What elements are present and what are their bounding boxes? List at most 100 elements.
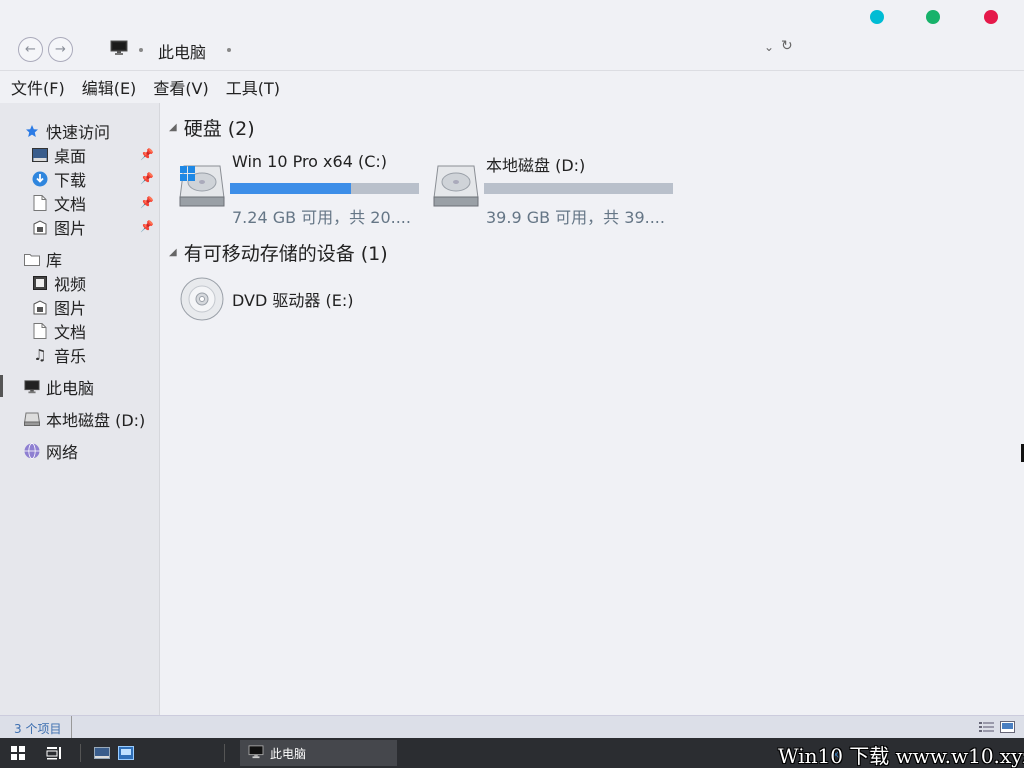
- network-icon: [24, 443, 40, 459]
- sidebar-item-label: 库: [46, 251, 63, 270]
- sidebar-item-label: 桌面: [54, 147, 87, 166]
- remote-desktop-button[interactable]: [116, 738, 136, 768]
- sidebar-item-library-documents[interactable]: 文档: [32, 320, 86, 342]
- arrow-right-icon: →: [55, 42, 66, 57]
- drive-c[interactable]: Win 10 Pro x64 (C:) 7.24 GB 可用，共 20....: [178, 152, 428, 227]
- breadcrumb-location[interactable]: 此电脑: [158, 39, 206, 63]
- folder-icon: [24, 251, 40, 267]
- pin-icon[interactable]: 📌: [140, 196, 154, 209]
- sidebar-item-videos[interactable]: 视频: [32, 272, 86, 294]
- minimize-button[interactable]: [870, 10, 884, 24]
- sidebar-item-label: 图片: [54, 219, 87, 238]
- drive-name: Win 10 Pro x64 (C:): [232, 152, 388, 171]
- group-header-removable[interactable]: ◢ 有可移动存储的设备 (1): [169, 239, 388, 266]
- refresh-icon[interactable]: ↻: [781, 38, 793, 54]
- computer-icon: [24, 379, 40, 395]
- sidebar-item-music[interactable]: ♫ 音乐: [32, 344, 86, 366]
- download-icon: [32, 171, 48, 187]
- menu-edit[interactable]: 编辑(E): [82, 75, 137, 99]
- drive-free-space: 7.24 GB 可用，共 20....: [232, 208, 411, 227]
- details-view-icon[interactable]: [979, 721, 994, 733]
- sidebar-item-quick-access[interactable]: 快速访问: [24, 120, 110, 142]
- computer-icon: [248, 744, 264, 762]
- hard-drive-icon: [24, 411, 40, 427]
- taskbar-divider: [224, 744, 225, 762]
- navigation-pane: 快速访问 桌面 📌 下载 📌 文档 📌 图片 📌 库 视频 图片 文档 ♫ 音乐: [0, 103, 160, 715]
- drive-d[interactable]: 本地磁盘 (D:) 39.9 GB 可用，共 39....: [432, 152, 682, 227]
- video-icon: [32, 275, 48, 291]
- back-button[interactable]: ←: [18, 37, 43, 62]
- sidebar-item-label: 网络: [46, 443, 79, 462]
- sidebar-item-label: 视频: [54, 275, 87, 294]
- sidebar-item-library[interactable]: 库: [24, 248, 62, 270]
- sidebar-item-label: 图片: [54, 299, 87, 318]
- start-button[interactable]: [8, 738, 28, 768]
- drive-name: 本地磁盘 (D:): [486, 156, 586, 175]
- sidebar-item-label: 此电脑: [46, 379, 95, 398]
- desktop-icon: [32, 147, 48, 163]
- collapse-triangle-icon[interactable]: ◢: [169, 122, 177, 133]
- breadcrumb-separator: [139, 48, 143, 52]
- pictures-icon: [32, 299, 48, 315]
- collapse-triangle-icon[interactable]: ◢: [169, 247, 177, 258]
- large-icons-view-icon[interactable]: [1000, 721, 1015, 733]
- watermark: Win10 下载 www.w10.xyz: [778, 744, 1024, 768]
- sidebar-item-label: 快速访问: [46, 123, 111, 142]
- pin-icon[interactable]: 📌: [140, 220, 154, 233]
- windows-drive-icon: [179, 165, 225, 207]
- remote-desktop-icon: [118, 746, 134, 760]
- pin-icon[interactable]: 📌: [140, 148, 154, 161]
- sidebar-item-label: 文档: [54, 195, 87, 214]
- content-pane: ◢ 硬盘 (2) Win 10 Pro x64 (C:) 7.24 GB 可用，…: [161, 103, 1024, 715]
- task-view-icon: [46, 747, 61, 760]
- taskbar-divider: [80, 744, 81, 762]
- menu-file[interactable]: 文件(F): [11, 75, 65, 99]
- drive-e[interactable]: DVD 驱动器 (E:): [178, 277, 428, 335]
- item-count: 3 个项目: [14, 722, 62, 736]
- drive-name: DVD 驱动器 (E:): [232, 291, 354, 310]
- sidebar-item-downloads[interactable]: 下载: [32, 168, 86, 190]
- drive-usage-fill: [230, 183, 351, 194]
- hard-drive-icon: [433, 165, 479, 207]
- arrow-left-icon: ←: [25, 42, 36, 57]
- chevron-down-icon[interactable]: ⌄: [764, 40, 774, 54]
- forward-button[interactable]: →: [48, 37, 73, 62]
- sidebar-item-this-pc[interactable]: 此电脑: [24, 376, 94, 398]
- pin-icon[interactable]: 📌: [140, 172, 154, 185]
- pictures-icon: [32, 219, 48, 235]
- sidebar-item-documents[interactable]: 文档: [32, 192, 86, 214]
- taskbar-window-title: 此电脑: [270, 746, 307, 761]
- address-bar: ← → 此电脑 ⌄ ↻: [0, 34, 1024, 68]
- dvd-drive-icon: [180, 277, 224, 321]
- sidebar-item-label: 文档: [54, 323, 87, 342]
- sidebar-item-local-disk-d[interactable]: 本地磁盘 (D:): [24, 408, 145, 430]
- document-icon: [32, 323, 48, 339]
- breadcrumb-separator: [227, 48, 231, 52]
- taskbar-window-this-pc[interactable]: 此电脑: [240, 740, 397, 766]
- drive-usage-bar: [230, 183, 419, 194]
- sidebar-item-library-pictures[interactable]: 图片: [32, 296, 86, 318]
- status-bar: 3 个项目: [0, 715, 1024, 739]
- drive-usage-bar: [484, 183, 673, 194]
- windows-logo-icon: [11, 746, 25, 760]
- menu-tools[interactable]: 工具(T): [226, 75, 280, 99]
- drive-free-space: 39.9 GB 可用，共 39....: [486, 208, 665, 227]
- group-title: 有可移动存储的设备 (1): [183, 243, 388, 265]
- maximize-button[interactable]: [926, 10, 940, 24]
- menu-view[interactable]: 查看(V): [153, 75, 208, 99]
- selection-indicator: [0, 375, 3, 397]
- desktop-icon: [94, 747, 110, 759]
- close-button[interactable]: [984, 10, 998, 24]
- computer-icon: [110, 40, 128, 60]
- show-desktop-button[interactable]: [92, 738, 112, 768]
- task-view-button[interactable]: [44, 738, 64, 768]
- status-divider: [71, 716, 72, 739]
- menu-bar: 文件(F) 编辑(E) 查看(V) 工具(T): [0, 70, 1024, 103]
- sidebar-item-desktop[interactable]: 桌面: [32, 144, 86, 166]
- sidebar-item-network[interactable]: 网络: [24, 440, 78, 462]
- group-header-hard-disks[interactable]: ◢ 硬盘 (2): [169, 114, 255, 141]
- sidebar-item-label: 音乐: [54, 347, 87, 366]
- sidebar-item-pictures[interactable]: 图片: [32, 216, 86, 238]
- star-icon: [24, 123, 40, 139]
- document-icon: [32, 195, 48, 211]
